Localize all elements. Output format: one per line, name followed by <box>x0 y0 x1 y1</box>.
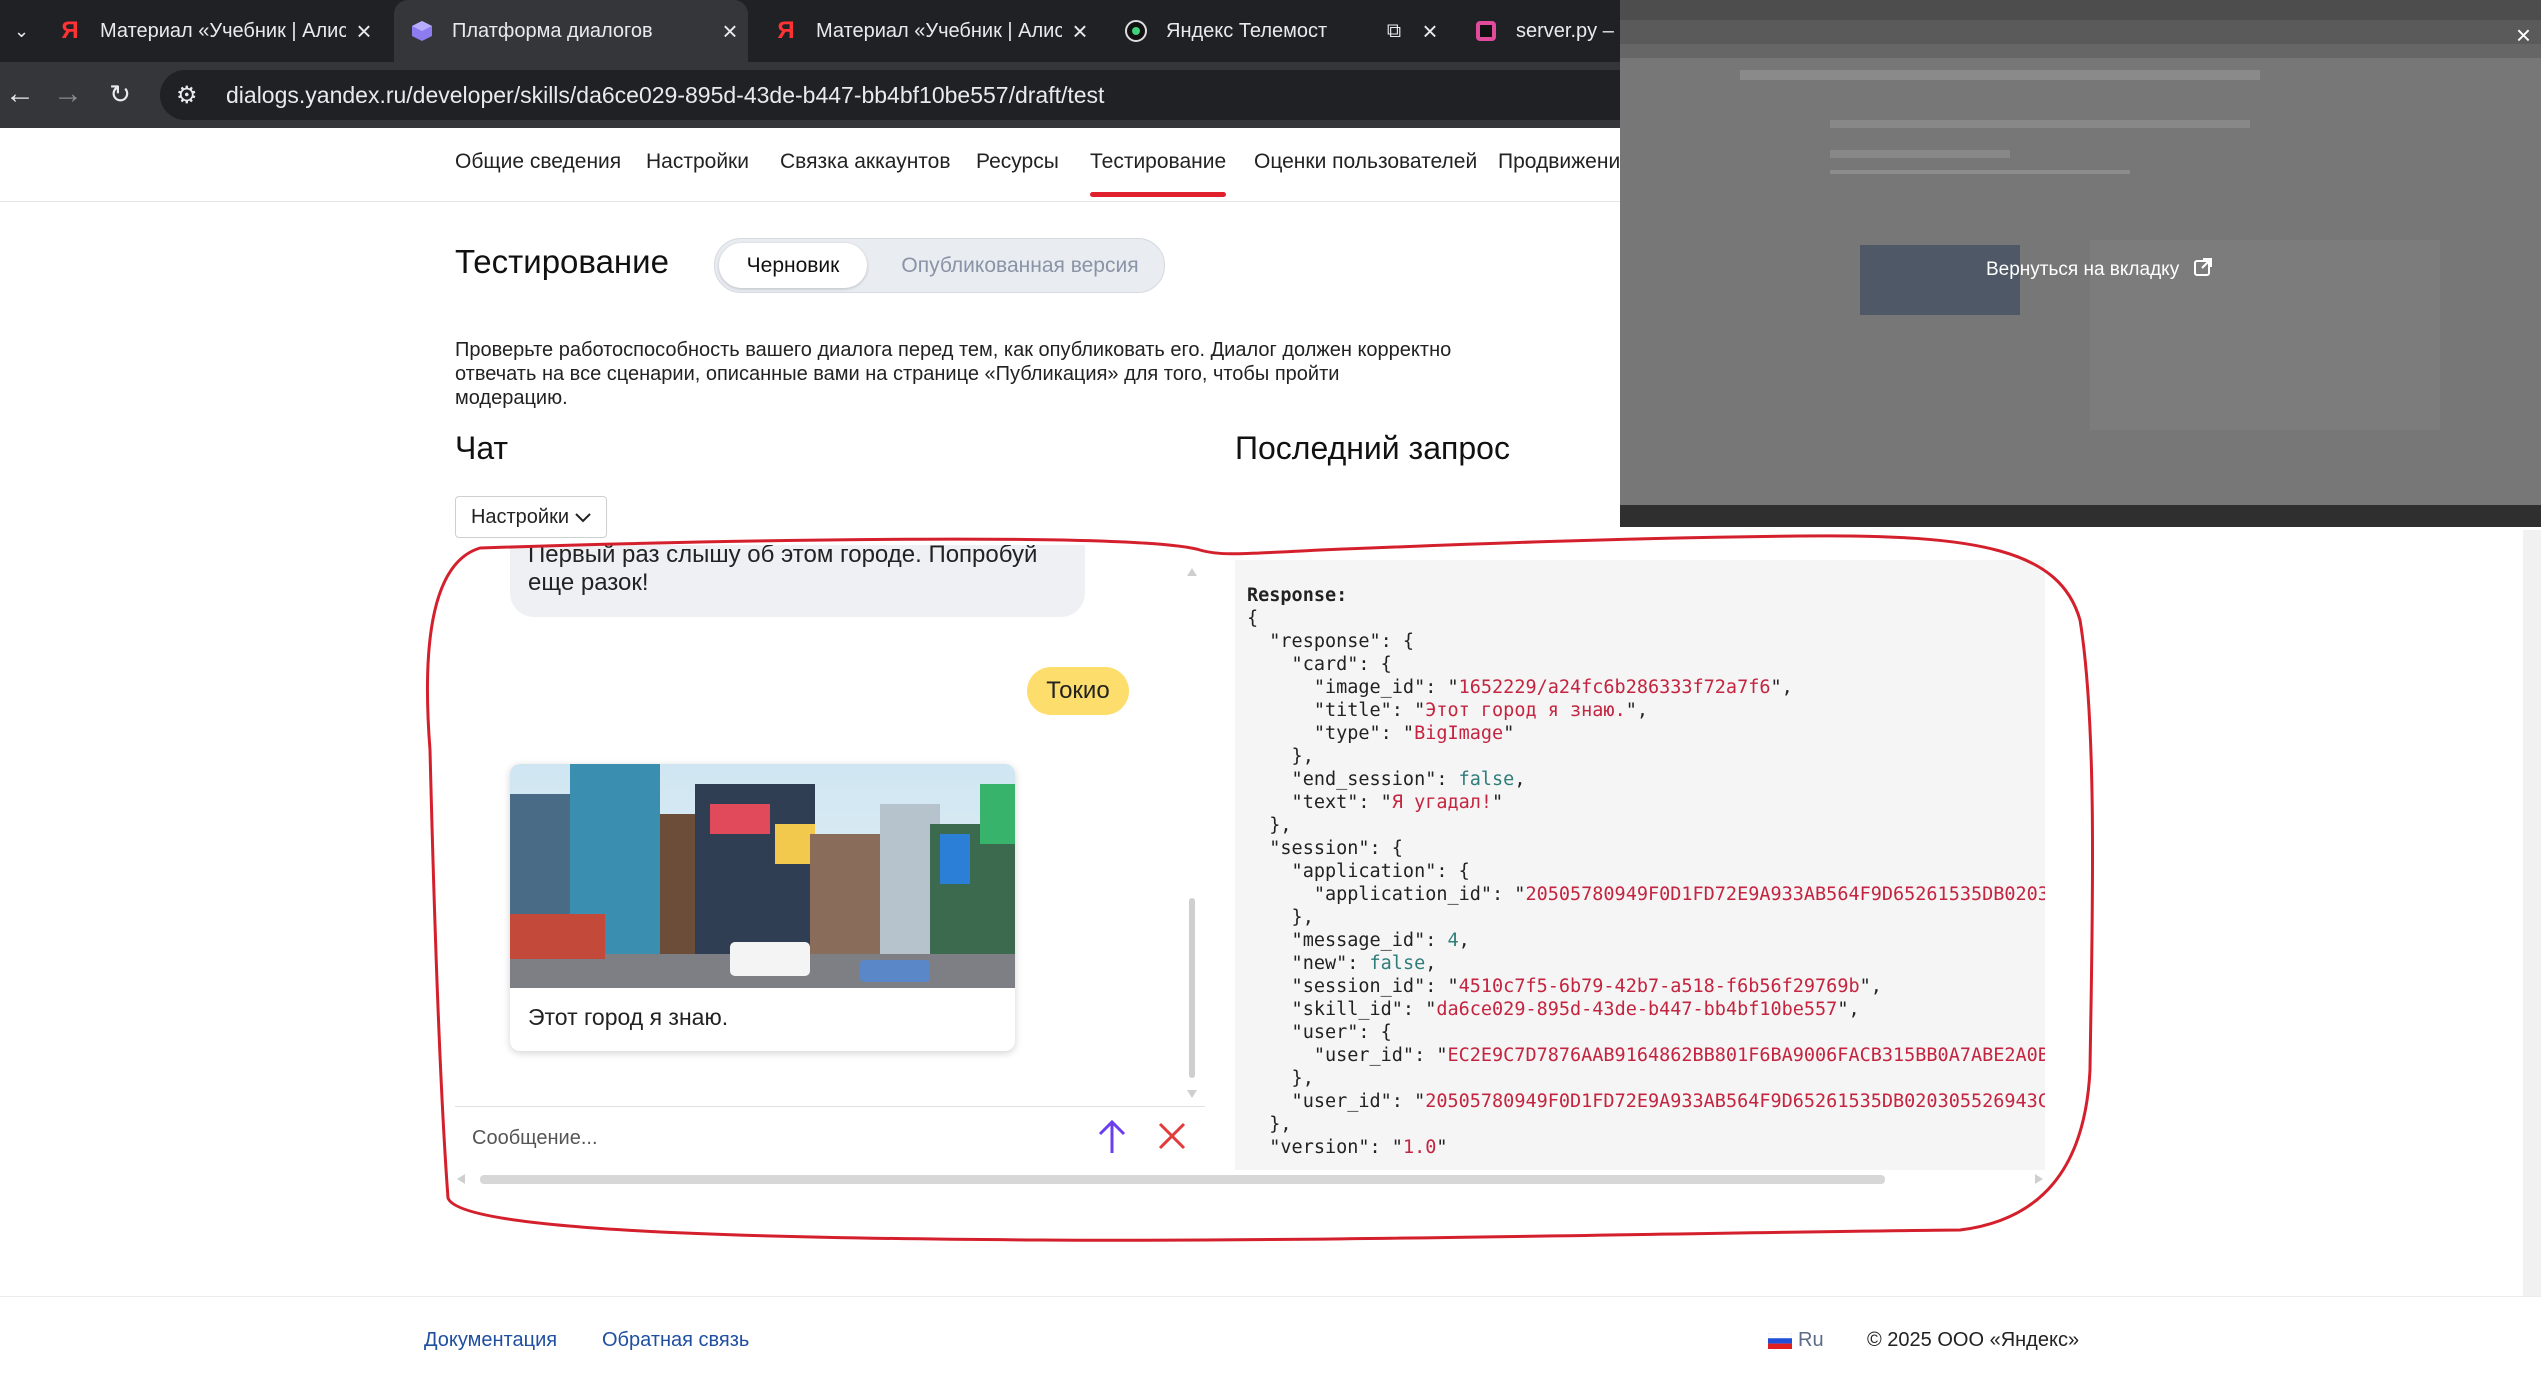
chat-heading: Чат <box>455 430 509 466</box>
tab-title: Платформа диалогов <box>452 19 653 42</box>
chevron-down-icon: ⌄ <box>14 20 30 41</box>
close-icon[interactable]: × <box>2516 20 2531 51</box>
tab-4[interactable]: Яндекс Телемост ⧉ × <box>1108 0 1448 62</box>
feedback-link[interactable]: Обратная связь <box>602 1329 749 1352</box>
tab-2[interactable]: Платформа диалогов × <box>394 0 748 62</box>
draft-toggle[interactable]: Черновик <box>719 243 867 288</box>
return-to-tab-button[interactable]: Вернуться на вкладку <box>1970 250 2229 290</box>
tab-title: Яндекс Телемост <box>1166 19 1328 42</box>
telemost-icon <box>1122 17 1150 45</box>
pip-icon[interactable]: ⧉ <box>1376 20 1412 43</box>
close-icon[interactable]: × <box>1412 16 1448 47</box>
close-icon[interactable]: × <box>346 16 382 47</box>
tab-settings[interactable]: Настройки <box>646 150 749 174</box>
pip-window[interactable]: Вернуться на вкладку × <box>1620 0 2541 527</box>
copyright: © 2025 ООО «Яндекс» <box>1867 1329 2080 1351</box>
testing-description: Проверьте работоспособность вашего диало… <box>455 338 1455 410</box>
description-line: отвечать на все сценарии, описанные вами… <box>455 363 1340 409</box>
footer: Документация Обратная связь Ru © 2025 ОО… <box>0 1296 2541 1384</box>
url-text[interactable]: dialogs.yandex.ru/developer/skills/da6ce… <box>226 82 1104 109</box>
tab-general[interactable]: Общие сведения <box>455 150 621 174</box>
yandex-icon: Я <box>61 17 79 44</box>
yandex-icon: Я <box>777 17 795 44</box>
back-arrow-icon[interactable]: ← <box>0 74 40 114</box>
description-line: Проверьте работоспособность вашего диало… <box>455 339 1452 361</box>
site-settings-icon[interactable]: ⚙ <box>176 81 216 110</box>
return-label: Вернуться на вкладку <box>1986 259 2180 280</box>
settings-label: Настройки <box>470 505 570 528</box>
tab-1[interactable]: Я Материал «Учебник | Алиса — × <box>42 0 382 62</box>
language-label: Ru <box>1798 1329 1824 1351</box>
tab-title: Материал «Учебник | Алиса — <box>816 19 1062 42</box>
language-switch[interactable]: Ru <box>1768 1329 1824 1352</box>
published-toggle[interactable]: Опубликованная версия <box>885 243 1155 288</box>
pycharm-icon <box>1472 17 1500 45</box>
tab-3[interactable]: Я Материал «Учебник | Алиса — × <box>758 0 1098 62</box>
last-request-heading: Последний запрос <box>1235 430 1510 466</box>
open-external-icon <box>2193 257 2213 283</box>
chevron-down-icon <box>575 506 591 529</box>
tab-list-button[interactable]: ⌄ <box>0 0 40 62</box>
close-icon[interactable]: × <box>712 16 748 47</box>
tab-user-ratings[interactable]: Оценки пользователей <box>1254 150 1477 174</box>
tab-5[interactable]: server.py – pl <box>1458 0 1628 62</box>
dialogs-cube-icon <box>408 17 436 45</box>
annotation-outline <box>425 534 2095 1242</box>
tab-promotion[interactable]: Продвижение <box>1498 150 1632 174</box>
close-icon[interactable]: × <box>1062 16 1098 47</box>
tab-title: Материал «Учебник | Алиса — <box>100 19 346 42</box>
tab-resources[interactable]: Ресурсы <box>976 150 1059 174</box>
russia-flag-icon <box>1768 1332 1792 1349</box>
forward-arrow-icon[interactable]: → <box>48 74 88 114</box>
tab-account-linking[interactable]: Связка аккаунтов <box>780 150 951 174</box>
docs-link[interactable]: Документация <box>424 1329 557 1352</box>
version-switch: Черновик Опубликованная версия <box>714 238 1165 293</box>
page-title: Тестирование <box>455 243 669 280</box>
tab-title: server.py – pl <box>1516 19 1628 42</box>
tab-testing[interactable]: Тестирование <box>1090 150 1227 197</box>
reload-icon[interactable]: ↻ <box>100 74 140 114</box>
page-scrollbar[interactable] <box>2523 530 2541 1350</box>
